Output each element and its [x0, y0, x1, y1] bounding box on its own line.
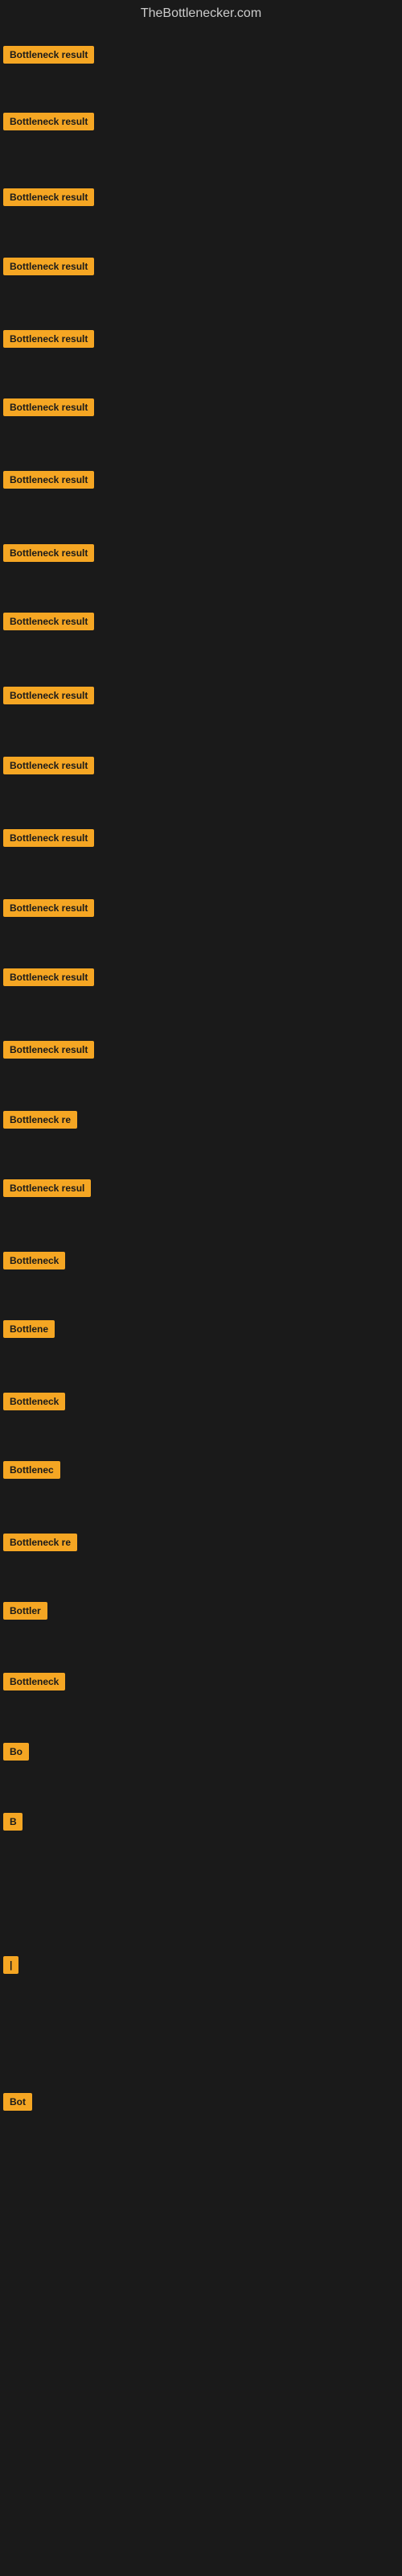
bottleneck-badge-19[interactable]: Bottlene — [3, 1320, 55, 1338]
bottleneck-item-11: Bottleneck result — [3, 757, 94, 778]
bottleneck-badge-7[interactable]: Bottleneck result — [3, 471, 94, 489]
bottleneck-item-26: B — [3, 1813, 23, 1835]
bottleneck-badge-11[interactable]: Bottleneck result — [3, 757, 94, 774]
bottleneck-badge-3[interactable]: Bottleneck result — [3, 188, 94, 206]
bottleneck-badge-20[interactable]: Bottleneck — [3, 1393, 65, 1410]
bottleneck-badge-13[interactable]: Bottleneck result — [3, 899, 94, 917]
bottleneck-badge-8[interactable]: Bottleneck result — [3, 544, 94, 562]
bottleneck-badge-28[interactable]: Bot — [3, 2093, 32, 2111]
bottleneck-item-21: Bottlenec — [3, 1461, 60, 1483]
bottleneck-item-24: Bottleneck — [3, 1673, 65, 1695]
bottleneck-item-4: Bottleneck result — [3, 258, 94, 279]
bottleneck-item-19: Bottlene — [3, 1320, 55, 1342]
bottleneck-item-6: Bottleneck result — [3, 398, 94, 420]
bottleneck-badge-10[interactable]: Bottleneck result — [3, 687, 94, 704]
bottleneck-badge-14[interactable]: Bottleneck result — [3, 968, 94, 986]
bottleneck-badge-12[interactable]: Bottleneck result — [3, 829, 94, 847]
bottleneck-badge-4[interactable]: Bottleneck result — [3, 258, 94, 275]
bottleneck-badge-24[interactable]: Bottleneck — [3, 1673, 65, 1690]
bottleneck-item-5: Bottleneck result — [3, 330, 94, 352]
bottleneck-badge-15[interactable]: Bottleneck result — [3, 1041, 94, 1059]
bottleneck-badge-16[interactable]: Bottleneck re — [3, 1111, 77, 1129]
bottleneck-item-18: Bottleneck — [3, 1252, 65, 1274]
bottleneck-item-14: Bottleneck result — [3, 968, 94, 990]
bottleneck-item-3: Bottleneck result — [3, 188, 94, 210]
bottleneck-item-13: Bottleneck result — [3, 899, 94, 921]
bottleneck-badge-17[interactable]: Bottleneck resul — [3, 1179, 91, 1197]
bottleneck-item-15: Bottleneck result — [3, 1041, 94, 1063]
bottleneck-item-1: Bottleneck result — [3, 46, 94, 68]
bottleneck-item-28: Bot — [3, 2093, 32, 2115]
bottleneck-item-17: Bottleneck resul — [3, 1179, 91, 1201]
bottleneck-item-12: Bottleneck result — [3, 829, 94, 851]
site-title: TheBottlenecker.com — [0, 0, 402, 27]
bottleneck-badge-21[interactable]: Bottlenec — [3, 1461, 60, 1479]
bottleneck-item-8: Bottleneck result — [3, 544, 94, 566]
bottleneck-badge-27[interactable]: | — [3, 1956, 18, 1974]
bottleneck-item-20: Bottleneck — [3, 1393, 65, 1414]
bottleneck-badge-23[interactable]: Bottler — [3, 1602, 47, 1620]
bottleneck-badge-1[interactable]: Bottleneck result — [3, 46, 94, 64]
bottleneck-item-22: Bottleneck re — [3, 1534, 77, 1555]
bottleneck-item-9: Bottleneck result — [3, 613, 94, 634]
bottleneck-badge-18[interactable]: Bottleneck — [3, 1252, 65, 1269]
bottleneck-item-23: Bottler — [3, 1602, 47, 1624]
bottleneck-item-25: Bo — [3, 1743, 29, 1765]
bottleneck-badge-6[interactable]: Bottleneck result — [3, 398, 94, 416]
bottleneck-item-27: | — [3, 1956, 18, 1978]
bottleneck-badge-25[interactable]: Bo — [3, 1743, 29, 1761]
bottleneck-item-10: Bottleneck result — [3, 687, 94, 708]
bottleneck-badge-9[interactable]: Bottleneck result — [3, 613, 94, 630]
bottleneck-badge-26[interactable]: B — [3, 1813, 23, 1831]
bottleneck-badge-2[interactable]: Bottleneck result — [3, 113, 94, 130]
bottleneck-item-2: Bottleneck result — [3, 113, 94, 134]
bottleneck-badge-22[interactable]: Bottleneck re — [3, 1534, 77, 1551]
bottleneck-item-16: Bottleneck re — [3, 1111, 77, 1133]
bottleneck-item-7: Bottleneck result — [3, 471, 94, 493]
bottleneck-badge-5[interactable]: Bottleneck result — [3, 330, 94, 348]
